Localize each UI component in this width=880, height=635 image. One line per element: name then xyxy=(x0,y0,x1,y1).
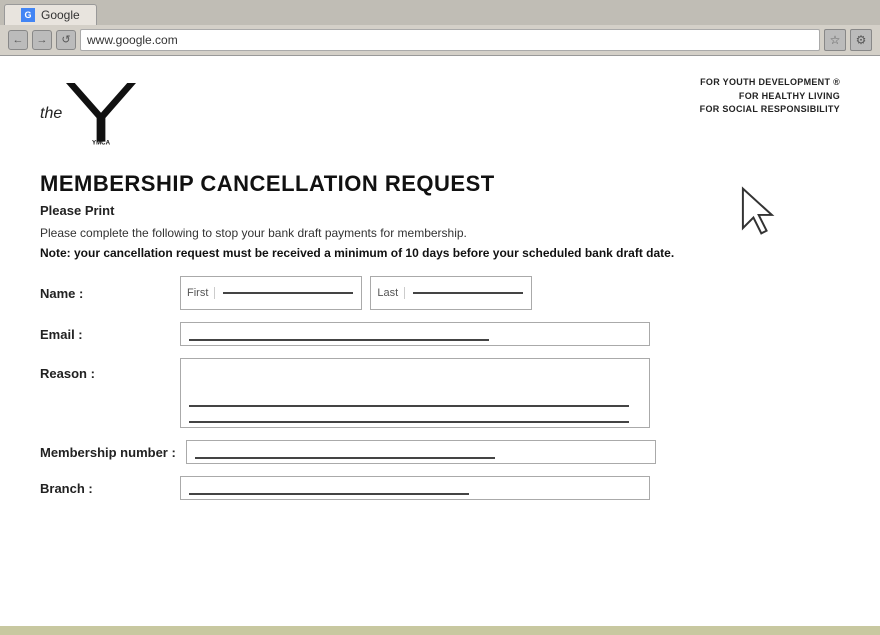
reason-field[interactable] xyxy=(180,358,650,428)
email-field[interactable] xyxy=(180,322,650,346)
branch-row: Branch : xyxy=(40,476,840,500)
membership-row: Membership number : xyxy=(40,440,840,464)
note-text: Note: your cancellation request must be … xyxy=(40,246,840,260)
tab-favicon: G xyxy=(21,8,35,22)
last-placeholder: Last xyxy=(371,287,405,299)
last-name-field[interactable]: Last xyxy=(370,276,532,310)
page-header: the YMCA FOR YOUTH DEVELOPMENT ® FOR HEA… xyxy=(40,76,840,151)
refresh-button[interactable]: ↺ xyxy=(56,30,76,50)
address-bar-row: ← → ↺ ☆ ⚙ xyxy=(0,25,880,55)
settings-icon[interactable]: ⚙ xyxy=(850,29,872,51)
page-content: the YMCA FOR YOUTH DEVELOPMENT ® FOR HEA… xyxy=(0,56,880,626)
membership-label: Membership number : xyxy=(40,445,176,460)
name-label: Name : xyxy=(40,286,170,301)
branch-field[interactable] xyxy=(180,476,650,500)
tagline-line1: FOR YOUTH DEVELOPMENT ® xyxy=(700,76,840,90)
please-print: Please Print xyxy=(40,203,840,218)
reason-row: Reason : xyxy=(40,358,840,428)
tagline-line3: FOR SOCIAL RESPONSIBILITY xyxy=(700,103,840,117)
tagline-line2: FOR HEALTHY LIVING xyxy=(700,90,840,104)
logo-area: the YMCA xyxy=(40,76,136,151)
first-name-field[interactable]: First xyxy=(180,276,362,310)
first-placeholder: First xyxy=(181,287,215,299)
email-row: Email : xyxy=(40,322,840,346)
forward-button[interactable]: → xyxy=(32,30,52,50)
ymca-logo: YMCA xyxy=(66,76,136,151)
browser-tab[interactable]: G Google xyxy=(4,4,97,25)
membership-field[interactable] xyxy=(186,440,656,464)
browser-chrome: G Google ← → ↺ ☆ ⚙ xyxy=(0,0,880,56)
tab-bar: G Google xyxy=(0,0,880,25)
page-title: MEMBERSHIP CANCELLATION REQUEST xyxy=(40,171,840,197)
logo-the-text: the xyxy=(40,105,62,123)
branch-label: Branch : xyxy=(40,481,170,496)
tab-label: Google xyxy=(41,8,80,22)
instruction-text: Please complete the following to stop yo… xyxy=(40,226,840,240)
tagline: FOR YOUTH DEVELOPMENT ® FOR HEALTHY LIVI… xyxy=(700,76,840,117)
address-bar[interactable] xyxy=(80,29,820,51)
email-label: Email : xyxy=(40,327,170,342)
bookmark-icon[interactable]: ☆ xyxy=(824,29,846,51)
svg-text:YMCA: YMCA xyxy=(92,139,111,146)
name-fields: First Last xyxy=(180,276,840,310)
back-button[interactable]: ← xyxy=(8,30,28,50)
toolbar-icons: ☆ ⚙ xyxy=(824,29,872,51)
name-row: Name : First Last xyxy=(40,276,840,310)
reason-label: Reason : xyxy=(40,358,170,381)
